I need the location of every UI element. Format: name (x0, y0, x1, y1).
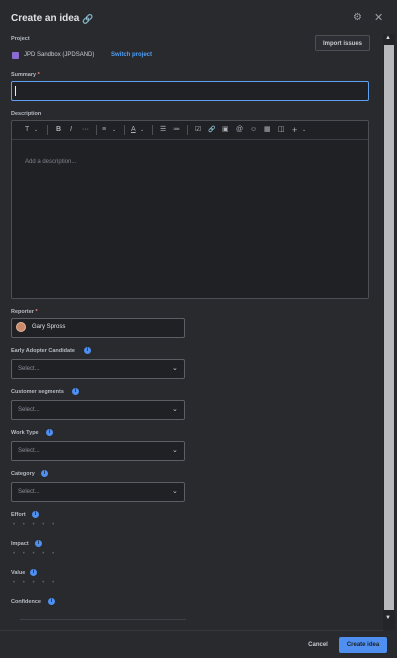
layout-icon[interactable]: ◫ (278, 124, 285, 136)
divider (20, 619, 186, 620)
required-mark: * (35, 309, 38, 315)
customer-segments-placeholder: Select... (18, 407, 40, 413)
close-icon[interactable]: ✕ (374, 11, 383, 24)
summary-label: Summary * (11, 72, 40, 78)
image-icon[interactable]: ▣ (222, 124, 229, 136)
chevron-down-icon[interactable]: ⌄ (172, 487, 178, 495)
description-editor[interactable] (11, 120, 369, 299)
table-icon[interactable]: ▦ (264, 124, 271, 136)
info-icon[interactable]: i (35, 540, 42, 547)
reporter-label: Reporter * (11, 309, 38, 315)
gear-icon[interactable]: ⚙ (353, 12, 362, 23)
bullet-list-icon[interactable]: ☰ (160, 124, 166, 136)
info-icon[interactable]: i (30, 569, 37, 576)
reporter-name: Gary Spross (32, 324, 66, 330)
scrollbar-thumb[interactable] (384, 45, 394, 610)
emoji-icon[interactable]: ☺ (250, 124, 257, 136)
text-style-chevron-icon[interactable]: ⌄ (34, 124, 38, 136)
early-adopter-placeholder: Select... (18, 366, 40, 372)
mention-icon[interactable]: @ (236, 124, 243, 136)
info-icon[interactable]: i (41, 470, 48, 477)
impact-rating[interactable]: • • • • • (13, 551, 57, 557)
editor-toolbar (12, 121, 368, 140)
scroll-down-icon[interactable]: ▼ (385, 615, 391, 621)
effort-rating[interactable]: • • • • • (13, 522, 57, 528)
impact-label: Impact (11, 541, 29, 547)
confidence-label: Confidence (11, 599, 41, 605)
bold-icon[interactable]: B (56, 124, 61, 136)
chevron-down-icon[interactable]: ⌄ (172, 405, 178, 413)
work-type-label: Work Type (11, 430, 39, 436)
switch-project-link[interactable]: Switch project (111, 52, 152, 58)
summary-input[interactable] (11, 81, 369, 101)
numbered-list-icon[interactable]: ≔ (173, 124, 180, 136)
reporter-label-text: Reporter (11, 309, 34, 315)
info-icon[interactable]: i (48, 598, 55, 605)
avatar (16, 322, 26, 332)
description-placeholder: Add a description... (25, 159, 77, 165)
project-label: Project (11, 36, 30, 42)
work-type-placeholder: Select... (18, 448, 40, 454)
description-label: Description (11, 111, 42, 117)
info-icon[interactable]: i (32, 511, 39, 518)
insert-chevron-icon[interactable]: ⌄ (302, 124, 306, 136)
align-icon[interactable]: ≡ (102, 124, 106, 136)
create-idea-button[interactable]: Create idea (339, 637, 387, 653)
info-icon[interactable]: i (46, 429, 53, 436)
value-rating[interactable]: • • • • • (13, 580, 57, 586)
scroll-up-icon[interactable]: ▲ (385, 35, 391, 41)
text-style-icon[interactable]: T (25, 124, 29, 136)
category-label: Category (11, 471, 35, 477)
chevron-down-icon[interactable]: ⌄ (172, 364, 178, 372)
dialog-title: Create an idea (11, 13, 80, 24)
italic-icon[interactable]: I (70, 124, 72, 136)
insert-plus-icon[interactable]: + (292, 124, 297, 136)
info-icon[interactable]: i (72, 388, 79, 395)
effort-label: Effort (11, 512, 26, 518)
text-color-icon[interactable]: A (131, 124, 136, 136)
required-mark: * (37, 72, 40, 78)
import-issues-button[interactable]: Import issues (315, 35, 370, 51)
more-formatting-icon[interactable]: ··· (82, 124, 89, 136)
customer-segments-label: Customer segments (11, 389, 64, 395)
text-color-chevron-icon[interactable]: ⌄ (140, 124, 144, 136)
cancel-button[interactable]: Cancel (302, 638, 334, 652)
category-placeholder: Select... (18, 489, 40, 495)
link-icon[interactable]: 🔗 (82, 14, 93, 25)
chevron-down-icon[interactable]: ⌄ (172, 446, 178, 454)
project-avatar-icon (12, 52, 19, 59)
project-name: JPD Sandbox (JPDSAND) (24, 52, 95, 58)
value-label: Value (11, 570, 26, 576)
text-caret (15, 86, 16, 96)
link-insert-icon[interactable]: 🔗 (208, 124, 215, 136)
align-chevron-icon[interactable]: ⌄ (112, 124, 116, 136)
info-icon[interactable]: i (84, 347, 91, 354)
summary-label-text: Summary (11, 72, 37, 78)
checkbox-icon[interactable]: ☑ (195, 124, 201, 136)
early-adopter-label: Early Adopter Candidate (11, 348, 75, 354)
